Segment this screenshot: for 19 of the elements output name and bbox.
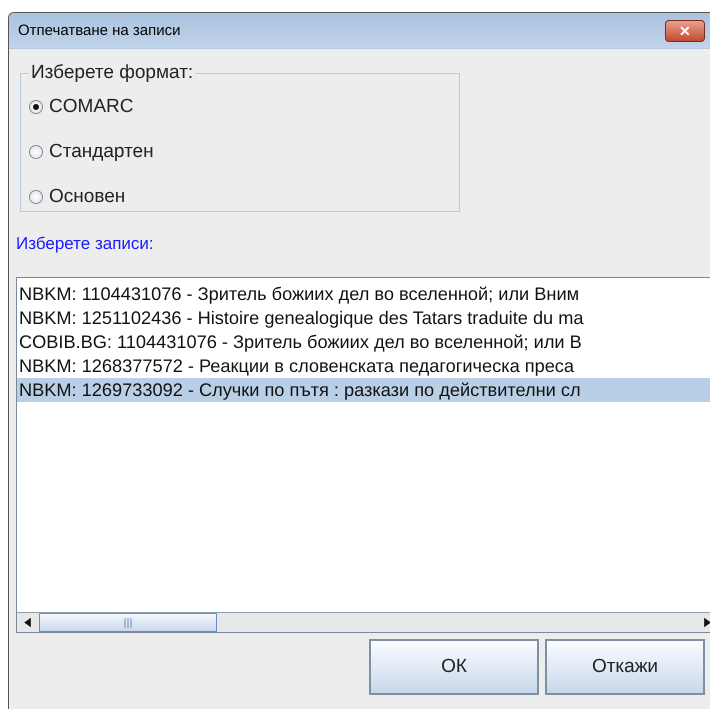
window-title: Отпечатване на записи	[17, 22, 181, 39]
scroll-thumb[interactable]	[39, 613, 217, 632]
list-item[interactable]: NBKM: 1104431076 - Зритель божиих дел во вселенной; или Вним	[17, 282, 710, 306]
list-item[interactable]: NBKM: 1268377572 - Реакции в словенската педагогическа преса	[17, 354, 710, 378]
dialog-button[interactable]: Откажи	[545, 639, 705, 695]
radio-option[interactable]: COMARC	[29, 84, 459, 129]
radio-option[interactable]: Стандартен	[29, 129, 459, 174]
radio-button[interactable]	[29, 190, 43, 204]
radio-option[interactable]: Основен	[29, 174, 459, 219]
list-item[interactable]: COBIB.BG: 1104431076 - Зритель божиих дел во вселенной; или В	[17, 330, 710, 354]
list-item[interactable]: NBKM: 1251102436 - Histoire genealogique des Tatars traduite du ma	[17, 306, 710, 330]
group-legend: Изберете формат:	[29, 62, 196, 84]
dialog-button[interactable]: ОК	[369, 639, 539, 695]
radio-button[interactable]	[29, 100, 43, 114]
radio-button[interactable]	[29, 144, 43, 158]
grip-icon	[123, 616, 133, 628]
records-label: Изберете записи:	[16, 234, 155, 254]
list-item[interactable]: NBKM: 1269733092 - Случки по пътя : разкази по действителни сл	[17, 378, 710, 402]
horizontal-scrollbar[interactable]	[17, 612, 710, 632]
